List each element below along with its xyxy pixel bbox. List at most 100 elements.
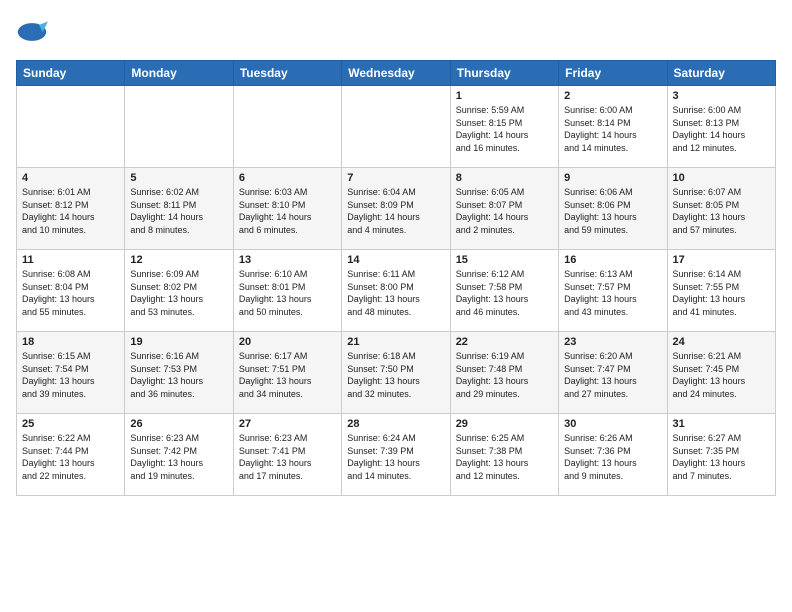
day-number: 16 [564, 254, 661, 266]
day-number: 10 [673, 172, 770, 184]
day-header-saturday: Saturday [667, 61, 775, 86]
day-cell: 7Sunrise: 6:04 AM Sunset: 8:09 PM Daylig… [342, 168, 450, 250]
day-cell: 9 Sunrise: 6:06 AM Sunset: 8:06 PM Daylig… [559, 168, 667, 250]
day-cell: 11 Sunrise: 6:08 AM Sunset: 8:04 PM Dayli… [17, 250, 125, 332]
day-cell: 10 Sunrise: 6:07 AM Sunset: 8:05 PM Dayli… [667, 168, 775, 250]
day-number: 12 [130, 254, 227, 266]
day-cell: 17 Sunrise: 6:14 AM Sunset: 7:55 PM Dayli… [667, 250, 775, 332]
day-number: 31 [673, 418, 770, 430]
day-cell [342, 86, 450, 168]
day-number: 26 [130, 418, 227, 430]
day-number: 6 [239, 172, 336, 184]
day-number: 23 [564, 336, 661, 348]
day-number: 21 [347, 336, 444, 348]
day-number: 22 [456, 336, 553, 348]
page-header [16, 16, 776, 48]
week-row-1: 1 Sunrise: 5:59 AM Sunset: 8:15 PM Daylig… [17, 86, 776, 168]
day-number: 1 [456, 90, 553, 102]
day-cell: 23Sunrise: 6:20 AM Sunset: 7:47 PM Dayli… [559, 332, 667, 414]
day-number: 13 [239, 254, 336, 266]
day-info: Sunrise: 6:07 AM Sunset: 8:05 PM Dayligh… [673, 186, 770, 236]
logo-icon [16, 16, 48, 48]
day-info: Sunrise: 6:17 AM Sunset: 7:51 PM Dayligh… [239, 350, 336, 400]
day-info: Sunrise: 6:08 AM Sunset: 8:04 PM Dayligh… [22, 268, 119, 318]
day-cell [125, 86, 233, 168]
day-number: 17 [673, 254, 770, 266]
week-row-2: 4Sunrise: 6:01 AM Sunset: 8:12 PM Daylig… [17, 168, 776, 250]
day-info: Sunrise: 6:19 AM Sunset: 7:48 PM Dayligh… [456, 350, 553, 400]
day-info: Sunrise: 6:00 AM Sunset: 8:14 PM Dayligh… [564, 104, 661, 154]
day-info: Sunrise: 6:23 AM Sunset: 7:42 PM Dayligh… [130, 432, 227, 482]
day-cell: 21 Sunrise: 6:18 AM Sunset: 7:50 PM Dayli… [342, 332, 450, 414]
day-info: Sunrise: 6:03 AM Sunset: 8:10 PM Dayligh… [239, 186, 336, 236]
day-info: Sunrise: 6:24 AM Sunset: 7:39 PM Dayligh… [347, 432, 444, 482]
day-cell: 13 Sunrise: 6:10 AM Sunset: 8:01 PM Dayli… [233, 250, 341, 332]
day-info: Sunrise: 6:00 AM Sunset: 8:13 PM Dayligh… [673, 104, 770, 154]
day-number: 2 [564, 90, 661, 102]
day-header-sunday: Sunday [17, 61, 125, 86]
day-number: 25 [22, 418, 119, 430]
day-number: 7 [347, 172, 444, 184]
week-row-3: 11 Sunrise: 6:08 AM Sunset: 8:04 PM Dayli… [17, 250, 776, 332]
day-cell: 29Sunrise: 6:25 AM Sunset: 7:38 PM Dayli… [450, 414, 558, 496]
day-cell: 16 Sunrise: 6:13 AM Sunset: 7:57 PM Dayli… [559, 250, 667, 332]
day-number: 11 [22, 254, 119, 266]
day-cell: 5 Sunrise: 6:02 AM Sunset: 8:11 PM Daylig… [125, 168, 233, 250]
day-cell: 30 Sunrise: 6:26 AM Sunset: 7:36 PM Dayli… [559, 414, 667, 496]
week-row-5: 25 Sunrise: 6:22 AM Sunset: 7:44 PM Dayli… [17, 414, 776, 496]
day-number: 30 [564, 418, 661, 430]
day-cell: 15 Sunrise: 6:12 AM Sunset: 7:58 PM Dayli… [450, 250, 558, 332]
day-number: 5 [130, 172, 227, 184]
day-info: Sunrise: 6:10 AM Sunset: 8:01 PM Dayligh… [239, 268, 336, 318]
day-info: Sunrise: 5:59 AM Sunset: 8:15 PM Dayligh… [456, 104, 553, 154]
day-cell: 6 Sunrise: 6:03 AM Sunset: 8:10 PM Daylig… [233, 168, 341, 250]
day-cell: 28 Sunrise: 6:24 AM Sunset: 7:39 PM Dayli… [342, 414, 450, 496]
day-info: Sunrise: 6:16 AM Sunset: 7:53 PM Dayligh… [130, 350, 227, 400]
day-cell [233, 86, 341, 168]
day-cell: 31 Sunrise: 6:27 AM Sunset: 7:35 PM Dayli… [667, 414, 775, 496]
day-info: Sunrise: 6:23 AM Sunset: 7:41 PM Dayligh… [239, 432, 336, 482]
day-cell: 26 Sunrise: 6:23 AM Sunset: 7:42 PM Dayli… [125, 414, 233, 496]
day-cell: 20 Sunrise: 6:17 AM Sunset: 7:51 PM Dayli… [233, 332, 341, 414]
day-cell: 14Sunrise: 6:11 AM Sunset: 8:00 PM Dayli… [342, 250, 450, 332]
day-cell: 2 Sunrise: 6:00 AM Sunset: 8:14 PM Daylig… [559, 86, 667, 168]
day-number: 28 [347, 418, 444, 430]
day-info: Sunrise: 6:25 AM Sunset: 7:38 PM Dayligh… [456, 432, 553, 482]
day-cell [17, 86, 125, 168]
header-row: SundayMondayTuesdayWednesdayThursdayFrid… [17, 61, 776, 86]
day-info: Sunrise: 6:22 AM Sunset: 7:44 PM Dayligh… [22, 432, 119, 482]
day-info: Sunrise: 6:02 AM Sunset: 8:11 PM Dayligh… [130, 186, 227, 236]
calendar-table: SundayMondayTuesdayWednesdayThursdayFrid… [16, 60, 776, 496]
day-number: 27 [239, 418, 336, 430]
day-header-friday: Friday [559, 61, 667, 86]
day-number: 15 [456, 254, 553, 266]
day-info: Sunrise: 6:11 AM Sunset: 8:00 PM Dayligh… [347, 268, 444, 318]
day-info: Sunrise: 6:13 AM Sunset: 7:57 PM Dayligh… [564, 268, 661, 318]
day-cell: 1 Sunrise: 5:59 AM Sunset: 8:15 PM Daylig… [450, 86, 558, 168]
day-cell: 22 Sunrise: 6:19 AM Sunset: 7:48 PM Dayli… [450, 332, 558, 414]
day-cell: 12 Sunrise: 6:09 AM Sunset: 8:02 PM Dayli… [125, 250, 233, 332]
day-info: Sunrise: 6:06 AM Sunset: 8:06 PM Dayligh… [564, 186, 661, 236]
day-number: 8 [456, 172, 553, 184]
day-number: 4 [22, 172, 119, 184]
day-header-monday: Monday [125, 61, 233, 86]
day-number: 19 [130, 336, 227, 348]
day-info: Sunrise: 6:27 AM Sunset: 7:35 PM Dayligh… [673, 432, 770, 482]
day-info: Sunrise: 6:12 AM Sunset: 7:58 PM Dayligh… [456, 268, 553, 318]
day-cell: 19 Sunrise: 6:16 AM Sunset: 7:53 PM Dayli… [125, 332, 233, 414]
day-cell: 4Sunrise: 6:01 AM Sunset: 8:12 PM Daylig… [17, 168, 125, 250]
day-info: Sunrise: 6:18 AM Sunset: 7:50 PM Dayligh… [347, 350, 444, 400]
day-number: 20 [239, 336, 336, 348]
day-header-tuesday: Tuesday [233, 61, 341, 86]
day-cell: 25 Sunrise: 6:22 AM Sunset: 7:44 PM Dayli… [17, 414, 125, 496]
day-info: Sunrise: 6:05 AM Sunset: 8:07 PM Dayligh… [456, 186, 553, 236]
day-info: Sunrise: 6:14 AM Sunset: 7:55 PM Dayligh… [673, 268, 770, 318]
week-row-4: 18Sunrise: 6:15 AM Sunset: 7:54 PM Dayli… [17, 332, 776, 414]
day-info: Sunrise: 6:09 AM Sunset: 8:02 PM Dayligh… [130, 268, 227, 318]
day-number: 9 [564, 172, 661, 184]
day-info: Sunrise: 6:26 AM Sunset: 7:36 PM Dayligh… [564, 432, 661, 482]
day-cell: 3Sunrise: 6:00 AM Sunset: 8:13 PM Daylig… [667, 86, 775, 168]
day-header-wednesday: Wednesday [342, 61, 450, 86]
day-cell: 8 Sunrise: 6:05 AM Sunset: 8:07 PM Daylig… [450, 168, 558, 250]
day-header-thursday: Thursday [450, 61, 558, 86]
